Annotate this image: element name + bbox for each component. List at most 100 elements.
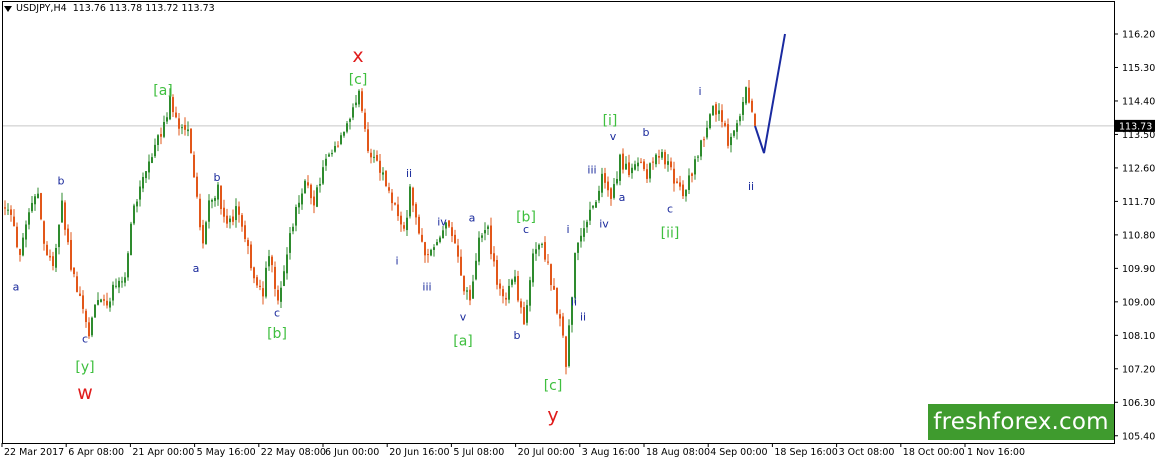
candle-body	[742, 101, 744, 115]
candle-body	[139, 186, 141, 200]
candle-body	[514, 276, 516, 282]
candle-body	[655, 154, 657, 165]
candle	[433, 244, 435, 257]
candle-body	[295, 206, 297, 226]
candle-body	[214, 197, 216, 201]
candle-body	[220, 185, 222, 210]
candle	[202, 219, 204, 249]
symbol-timeframe: USDJPY,H4	[16, 3, 67, 14]
candle	[544, 236, 546, 262]
candle	[121, 276, 123, 288]
candle-body	[253, 267, 255, 279]
candle-body	[364, 112, 366, 129]
candle	[157, 134, 159, 152]
candle-body	[286, 254, 288, 274]
candle-body	[643, 161, 645, 170]
chart-area[interactable]: 116.20 115.30 114.40 113.50 112.60 111.70 110.…	[0, 0, 1155, 462]
candle-body	[331, 153, 333, 155]
candle-body	[667, 161, 669, 165]
candle	[331, 149, 333, 157]
candle-body	[46, 244, 48, 256]
candle-body	[628, 162, 630, 176]
candle-body	[325, 158, 327, 166]
candle	[160, 127, 162, 145]
candle	[73, 267, 75, 278]
candle-body	[127, 253, 129, 278]
candle-body	[4, 207, 6, 209]
candle-body	[661, 152, 663, 158]
candle-body	[457, 245, 459, 257]
candle-body	[343, 131, 345, 136]
candle	[76, 271, 78, 293]
candle-body	[34, 196, 36, 205]
candle-body	[163, 122, 165, 137]
candle	[370, 148, 372, 164]
candle-body	[334, 146, 336, 152]
candle	[589, 201, 591, 226]
candle-body	[670, 161, 672, 168]
wave-label-minor: b	[514, 329, 521, 342]
dropdown-triangle-icon[interactable]	[4, 5, 12, 12]
candle-body	[736, 123, 738, 132]
candle-body	[346, 123, 348, 132]
candle-body	[448, 220, 450, 227]
candle	[25, 220, 27, 248]
wave-label-minor: i	[395, 254, 398, 267]
candle-body	[637, 162, 639, 167]
candle	[232, 209, 234, 226]
candle-body	[85, 310, 87, 323]
candle	[325, 154, 327, 171]
candle-body	[640, 161, 642, 163]
candle-body	[388, 187, 390, 191]
projection-line	[754, 33, 786, 154]
candle-body	[289, 233, 291, 253]
candle	[523, 301, 525, 325]
candle-body	[268, 256, 270, 267]
candle-body	[409, 186, 411, 217]
wave-label-intermediate: [c]	[349, 72, 368, 88]
candle	[322, 160, 324, 186]
candle	[598, 185, 600, 204]
candlestick-chart[interactable]: 116.20115.30114.40113.50112.60111.70110.…	[0, 0, 1155, 462]
candle-body	[535, 249, 537, 254]
candle-body	[538, 244, 540, 250]
candle-body	[208, 200, 210, 222]
candle-body	[361, 91, 363, 111]
candle-body	[487, 226, 489, 229]
candle	[199, 193, 201, 231]
candle	[178, 113, 180, 136]
candle-body	[148, 161, 150, 173]
candle	[259, 279, 261, 291]
y-tick-label: 109.90	[1122, 264, 1155, 275]
candle	[646, 163, 648, 183]
wave-label-primary: y	[547, 404, 558, 426]
candle-body	[316, 187, 318, 207]
candle-body	[700, 140, 702, 157]
candle	[430, 248, 432, 257]
wave-label-minor: ii	[406, 167, 412, 180]
candle	[91, 316, 93, 338]
candle	[253, 266, 255, 284]
candle	[751, 98, 753, 113]
wave-label-minor: b	[214, 171, 221, 184]
candle-body	[646, 169, 648, 179]
candle	[412, 186, 414, 213]
candle	[484, 222, 486, 241]
candle-body	[352, 107, 354, 118]
candle	[475, 253, 477, 281]
candle-body	[733, 130, 735, 136]
candle	[133, 203, 135, 226]
candle	[712, 105, 714, 116]
candle	[343, 131, 345, 138]
candle-body	[715, 104, 717, 115]
candle	[541, 242, 543, 248]
candle-body	[175, 112, 177, 118]
wave-label-minor: i	[698, 85, 701, 98]
candle-body	[616, 178, 618, 184]
candle	[568, 319, 570, 368]
candle-body	[64, 202, 66, 230]
chart-header: USDJPY,H4 113.76 113.78 113.72 113.73	[4, 3, 215, 14]
candle	[748, 79, 750, 104]
last-price-tag-label: 113.73	[1119, 121, 1152, 132]
candle-body	[676, 181, 678, 183]
